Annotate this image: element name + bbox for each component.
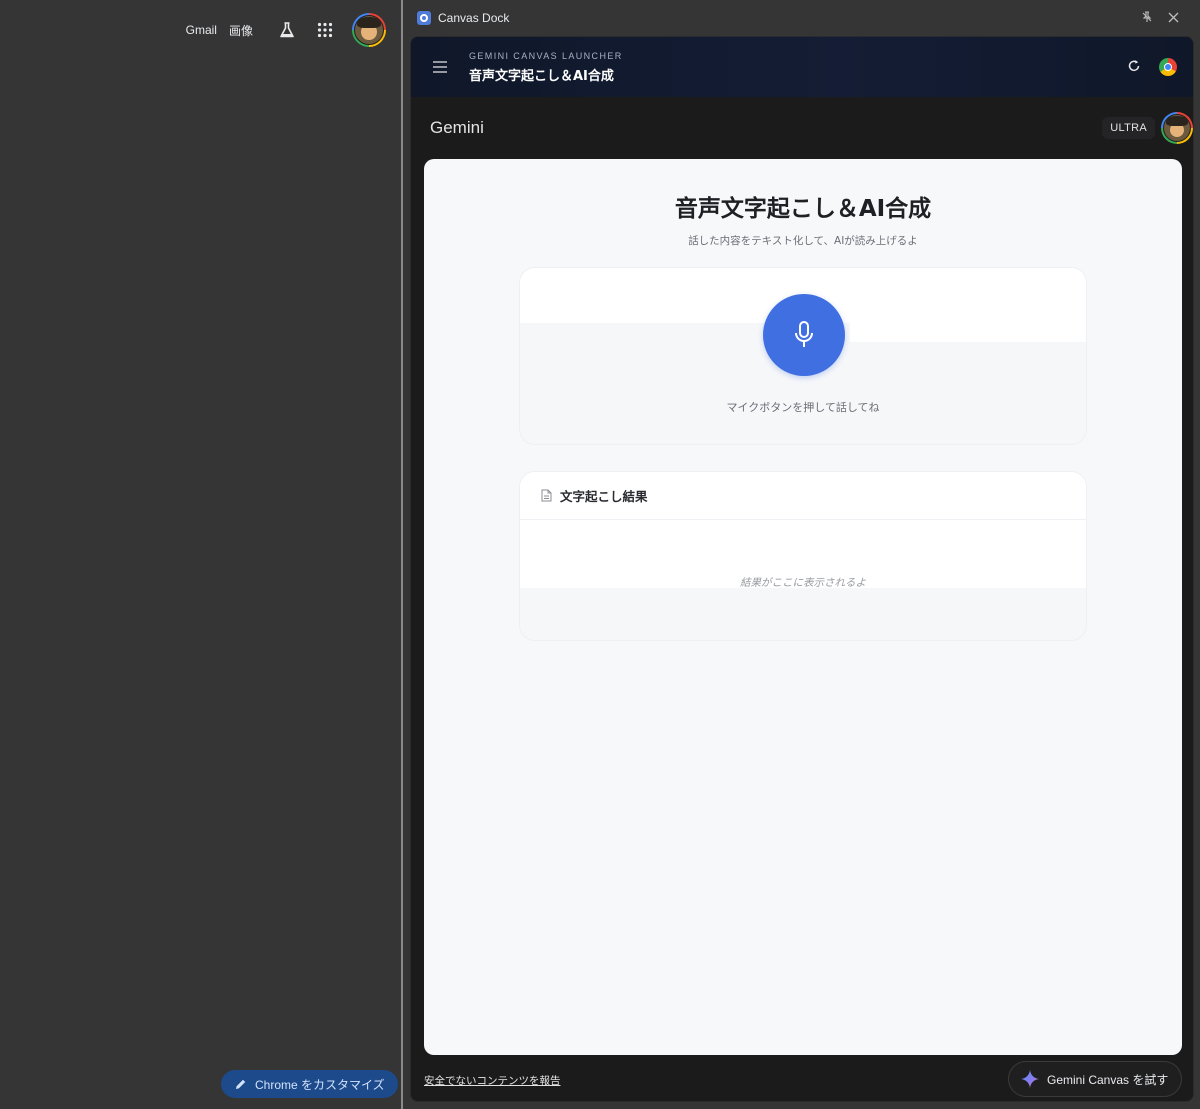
- unpin-icon[interactable]: [1134, 10, 1160, 26]
- mic-button[interactable]: [763, 294, 845, 376]
- images-link[interactable]: 画像: [229, 22, 253, 39]
- result-card: 文字起こし結果 結果がここに表示されるよ: [519, 471, 1087, 641]
- microphone-icon: [795, 321, 813, 347]
- report-unsafe-content-link[interactable]: 安全でないコンテンツを報告: [424, 1073, 561, 1088]
- pencil-icon: [236, 1079, 246, 1089]
- side-panel-title: Canvas Dock: [438, 11, 510, 25]
- canvas-dock-icon: [417, 11, 431, 25]
- chrome-new-tab-page: Gmail 画像 Chrome をカスタマイズ: [0, 0, 401, 1109]
- app-canvas: 音声文字起こし＆AI合成 話した内容をテキスト化して、AIが読み上げるよ マイク…: [424, 159, 1182, 1055]
- profile-avatar[interactable]: [349, 13, 389, 47]
- chrome-icon[interactable]: [1159, 58, 1177, 76]
- plan-badge: ULTRA: [1102, 117, 1155, 139]
- close-icon[interactable]: [1160, 11, 1186, 26]
- document-icon: [541, 489, 552, 502]
- mic-card: マイクボタンを押して話してね: [519, 267, 1087, 445]
- gemini-header: Gemini ULTRA: [411, 97, 1193, 159]
- launcher-kicker: GEMINI CANVAS LAUNCHER: [469, 50, 623, 61]
- customize-chrome-button[interactable]: Chrome をカスタマイズ: [221, 1070, 398, 1098]
- result-placeholder: 結果がここに表示されるよ: [740, 577, 866, 589]
- refresh-icon[interactable]: [1127, 58, 1141, 77]
- canvas-frame: GEMINI CANVAS LAUNCHER 音声文字起こし＆AI合成 Gemi…: [410, 36, 1194, 1102]
- ntp-top-bar: Gmail 画像: [186, 13, 389, 47]
- result-title: 文字起こし結果: [560, 489, 648, 504]
- apps-grid-icon[interactable]: [309, 14, 341, 46]
- customize-chrome-label: Chrome をカスタマイズ: [255, 1077, 385, 1092]
- launcher-title: 音声文字起こし＆AI合成: [469, 68, 614, 84]
- try-gemini-canvas-label: Gemini Canvas を試す: [1047, 1072, 1169, 1087]
- launcher-bar: GEMINI CANVAS LAUNCHER 音声文字起こし＆AI合成: [411, 37, 1193, 97]
- app-subtitle: 話した内容をテキスト化して、AIが読み上げるよ: [688, 235, 918, 247]
- gemini-sparkle-icon: [1021, 1070, 1039, 1088]
- flask-icon[interactable]: [271, 14, 303, 46]
- app-title: 音声文字起こし＆AI合成: [674, 196, 932, 222]
- gmail-link[interactable]: Gmail: [186, 23, 217, 37]
- gemini-avatar[interactable]: [1161, 112, 1193, 144]
- side-panel-header: Canvas Dock: [403, 0, 1200, 36]
- side-panel: Canvas Dock GEMINI CANVAS LAUNCHER 音声文字起…: [403, 0, 1200, 1109]
- hamburger-icon[interactable]: [433, 57, 451, 78]
- mic-hint: マイクボタンを押して話してね: [726, 401, 880, 414]
- gemini-title: Gemini: [430, 118, 484, 137]
- try-gemini-canvas-button[interactable]: Gemini Canvas を試す: [1008, 1061, 1182, 1097]
